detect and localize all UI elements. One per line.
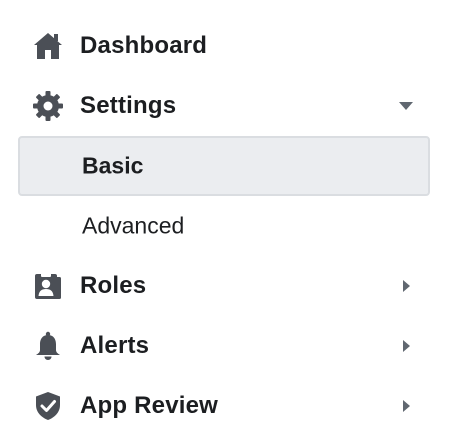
sidebar-nav: Dashboard Settings Basic Advanced Roles … <box>0 16 450 436</box>
sidebar-subitem-label: Advanced <box>82 212 185 239</box>
sidebar-item-dashboard[interactable]: Dashboard <box>0 16 450 76</box>
sidebar-item-label: Roles <box>80 272 147 299</box>
caret-right-icon <box>398 278 414 294</box>
caret-down-icon <box>398 98 414 114</box>
roles-badge-icon <box>32 270 64 302</box>
caret-right-icon <box>398 338 414 354</box>
sidebar-subitem-label: Basic <box>82 152 144 179</box>
sidebar-subitem-advanced[interactable]: Advanced <box>0 196 450 256</box>
shield-check-icon <box>32 390 64 422</box>
active-highlight <box>18 136 430 196</box>
sidebar-item-settings[interactable]: Settings <box>0 76 450 136</box>
sidebar-item-label: Dashboard <box>80 32 208 59</box>
sidebar-item-label: Alerts <box>80 332 150 359</box>
sidebar-item-app-review[interactable]: App Review <box>0 376 450 436</box>
caret-right-icon <box>398 398 414 414</box>
sidebar-item-label: Settings <box>80 92 177 119</box>
sidebar-item-alerts[interactable]: Alerts <box>0 316 450 376</box>
sidebar-item-label: App Review <box>80 392 219 419</box>
bell-icon <box>32 330 64 362</box>
sidebar-item-roles[interactable]: Roles <box>0 256 450 316</box>
gear-icon <box>32 90 64 122</box>
house-icon <box>32 30 64 62</box>
sidebar-subitem-basic[interactable]: Basic <box>0 136 450 196</box>
